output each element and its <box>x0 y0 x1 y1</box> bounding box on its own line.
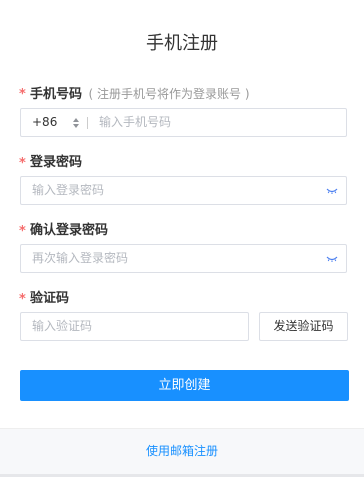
required-marker: * <box>19 292 26 307</box>
code-label-text: 验证码 <box>30 291 70 306</box>
password-input[interactable]: 输入登录密码 <box>32 177 104 204</box>
required-marker: * <box>19 87 26 102</box>
confirm-password-input[interactable]: 再次输入登录密码 <box>32 245 128 272</box>
email-register-link[interactable]: 使用邮箱注册 <box>0 429 364 473</box>
page-title: 手机注册 <box>146 33 218 54</box>
code-input[interactable]: 输入验证码 <box>32 313 92 340</box>
code-label: * 验证码 <box>19 291 70 307</box>
confirm-password-field[interactable]: 再次输入登录密码 <box>20 244 347 273</box>
required-marker: * <box>19 224 26 239</box>
country-code-select[interactable]: +86 <box>32 109 57 136</box>
send-code-button[interactable]: 发送验证码 <box>259 312 348 341</box>
updown-arrow-icon[interactable] <box>73 118 79 128</box>
password-label-text: 登录密码 <box>30 155 83 170</box>
footer-bar: 使用邮箱注册 <box>0 428 364 474</box>
confirm-password-label-text: 确认登录密码 <box>30 223 109 238</box>
eye-closed-icon[interactable] <box>326 255 338 263</box>
code-field[interactable]: 输入验证码 <box>20 312 249 341</box>
required-marker: * <box>19 156 26 171</box>
phone-label-text: 手机号码 <box>30 87 83 102</box>
confirm-password-label: * 确认登录密码 <box>19 223 109 239</box>
eye-closed-icon[interactable] <box>326 187 338 195</box>
register-page: 手机注册 * 手机号码 ( 注册手机号将作为登录账号 ) +86 输入手机号码 … <box>0 0 364 477</box>
create-account-button[interactable]: 立即创建 <box>20 370 349 401</box>
password-field[interactable]: 输入登录密码 <box>20 176 347 205</box>
password-label: * 登录密码 <box>19 155 83 171</box>
phone-hint: ( 注册手机号将作为登录账号 ) <box>88 87 250 101</box>
field-divider <box>87 117 88 129</box>
phone-label: * 手机号码 ( 注册手机号将作为登录账号 ) <box>19 86 250 103</box>
phone-input[interactable]: 输入手机号码 <box>99 109 171 136</box>
phone-field[interactable]: +86 输入手机号码 <box>20 108 347 137</box>
